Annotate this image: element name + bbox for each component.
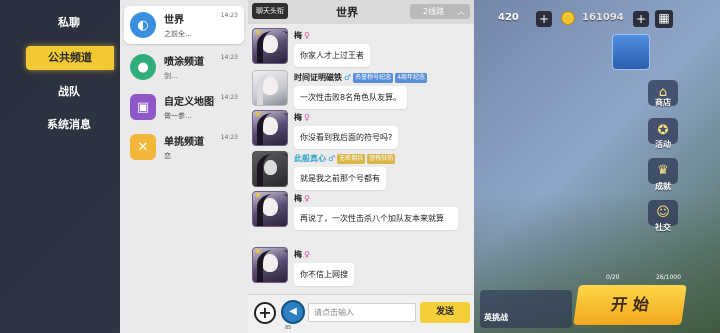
avatar[interactable]: ★: [252, 247, 288, 283]
username-text: 梅: [294, 113, 302, 122]
channel-name: 自定义地图: [164, 97, 214, 108]
nav-private-chat[interactable]: 私聊: [24, 11, 114, 35]
channel-world[interactable]: ◐ 世界 14:23 之前全…: [124, 6, 244, 44]
chat-frame-button[interactable]: 聊天头衔: [252, 3, 288, 19]
chat-header: 聊天头衔 世界 2线路 ︿: [248, 0, 474, 24]
add-coin-icon[interactable]: +: [633, 11, 649, 27]
channel-duel[interactable]: ✕ 单挑频道 14:23 恋: [124, 128, 244, 166]
nav-public-channel[interactable]: 公共频道: [26, 46, 114, 70]
globe-icon: ◐: [130, 12, 156, 38]
event-label: 活动: [655, 140, 671, 149]
map-icon: ▣: [130, 94, 156, 120]
shop-label: 商店: [655, 98, 671, 107]
female-icon: ♀: [304, 113, 310, 122]
send-button[interactable]: 发送: [420, 302, 470, 323]
message-bubble: 你没看到我后面的符号吗?: [294, 126, 399, 149]
channel-preview: 之前全…: [164, 30, 192, 38]
female-icon: ♀: [304, 31, 310, 40]
message-bubble: 一次性击败8名角色队友算。: [294, 86, 408, 109]
title-badge: 恐怖狂热: [367, 154, 396, 164]
channel-name: 单挑频道: [164, 137, 204, 148]
star-icon: ★: [254, 110, 263, 120]
message-bubble: 就是我之前那个号都有: [294, 167, 386, 190]
plus-icon[interactable]: +: [254, 302, 276, 324]
username[interactable]: 时间证明磁铁 ♂ 名誉称号纪念 4周年纪念: [294, 72, 428, 83]
title-badge: 无名佣兵: [337, 154, 366, 164]
female-icon: ♀: [304, 194, 310, 203]
chat-input[interactable]: [308, 303, 416, 322]
star-icon: ★: [254, 247, 263, 257]
left-nav: 私聊 公共频道 战队 系统消息: [0, 0, 120, 333]
team-count: 0/20: [606, 274, 620, 281]
chat-title: 世界: [336, 6, 358, 19]
username[interactable]: 梅 ♀: [294, 249, 310, 260]
line-select-value: 2线路: [423, 7, 445, 16]
avatar[interactable]: ★: [252, 191, 288, 227]
room-count: 26/1000: [656, 274, 681, 281]
username[interactable]: 梅 ♀: [294, 112, 310, 123]
avatar[interactable]: ★: [252, 28, 288, 64]
channel-name: 世界: [164, 15, 184, 26]
mode-label: 英挑战: [484, 313, 508, 322]
username-text: 梅: [294, 250, 302, 259]
palette-icon: ●: [130, 54, 156, 80]
achievement-label: 成就: [655, 182, 671, 191]
star-icon: ★: [254, 28, 263, 38]
add-icon[interactable]: +: [536, 11, 552, 27]
channel-time: 14:23: [220, 94, 238, 101]
star-icon: ★: [254, 191, 263, 201]
start-button[interactable]: 开 始: [573, 285, 687, 325]
channel-time: 14:23: [220, 54, 238, 61]
channel-preview: 剑…: [164, 72, 178, 80]
chevron-up-icon: ︿: [457, 7, 465, 16]
message-bubble: 你不信上网搜: [294, 263, 354, 286]
megaphone-icon[interactable]: ◀: [281, 300, 305, 324]
avatar[interactable]: [252, 70, 288, 106]
channel-time: 14:23: [220, 134, 238, 141]
mode-selector[interactable]: 0/20 英挑战: [480, 274, 619, 328]
chat-input-bar: + ◀ 85 发送: [248, 294, 474, 333]
male-icon: ♂: [328, 154, 336, 163]
grid-menu-icon[interactable]: ▦: [655, 10, 673, 28]
username-text: 此般真心: [294, 154, 326, 163]
message-bubble: 再说了，一次性击杀八个加队友本来就算: [294, 207, 458, 230]
coin-count: 161094: [582, 12, 624, 23]
line-select[interactable]: 2线路 ︿: [410, 4, 470, 19]
channel-custom-map[interactable]: ▣ 自定义地图 14:23 做一参…: [124, 88, 244, 126]
avatar[interactable]: [252, 151, 288, 187]
coin-icon: [561, 11, 575, 25]
username[interactable]: 此般真心 ♂ 无名佣兵 恐怖狂热: [294, 153, 396, 164]
event-banner[interactable]: [612, 34, 650, 70]
nav-team[interactable]: 战队: [24, 80, 114, 104]
username[interactable]: 梅 ♀: [294, 30, 310, 41]
social-label: 社交: [655, 223, 671, 232]
channel-preview: 做一参…: [164, 112, 192, 120]
username[interactable]: 梅 ♀: [294, 193, 310, 204]
chat-panel: 聊天头衔 世界 2线路 ︿ ★ 梅 ♀ 你家人才上过王者 时间证明磁铁 ♂ 名誉称号纪…: [248, 0, 474, 333]
male-icon: ♂: [344, 73, 352, 82]
channel-spray[interactable]: ● 喷涂频道 14:23 剑…: [124, 48, 244, 86]
avatar[interactable]: ★: [252, 110, 288, 146]
channel-list: ◐ 世界 14:23 之前全… ● 喷涂频道 14:23 剑… ▣ 自定义地图 …: [120, 0, 248, 333]
username-text: 梅: [294, 194, 302, 203]
hud-value: 420: [498, 12, 519, 23]
title-badge: 4周年纪念: [395, 73, 428, 83]
channel-time: 14:23: [220, 12, 238, 19]
username-text: 梅: [294, 31, 302, 40]
channel-name: 喷涂频道: [164, 57, 204, 68]
horn-count: 85: [285, 325, 292, 331]
nav-system-messages[interactable]: 系统消息: [24, 113, 114, 137]
channel-preview: 恋: [164, 152, 171, 160]
crossed-swords-icon: ✕: [130, 134, 156, 160]
username-text: 时间证明磁铁: [294, 73, 342, 82]
message-bubble: 你家人才上过王者: [294, 44, 370, 67]
female-icon: ♀: [304, 250, 310, 259]
title-badge: 名誉称号纪念: [353, 73, 394, 83]
